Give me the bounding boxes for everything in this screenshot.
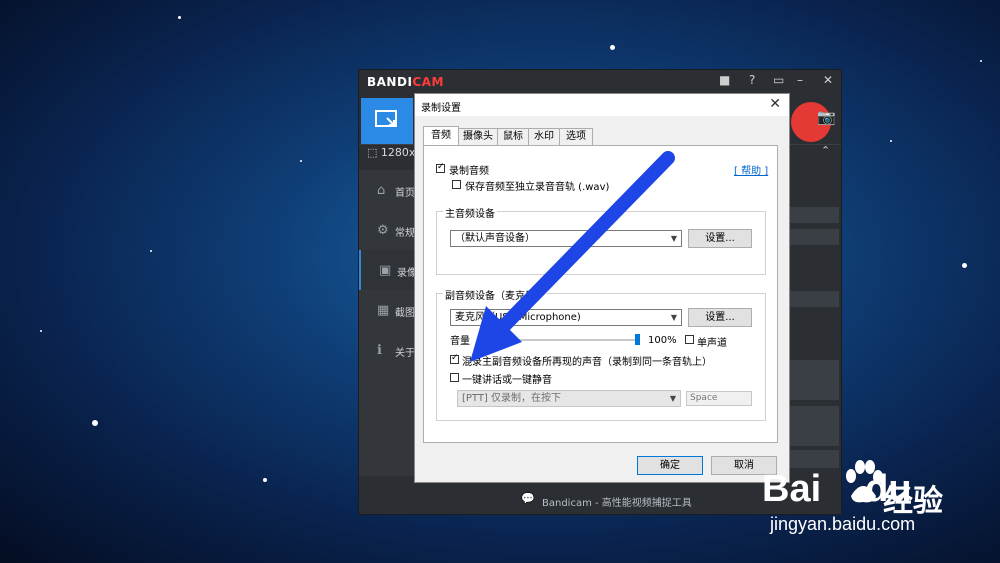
paw-icon [846, 460, 883, 503]
baidu-url: jingyan.baidu.com [770, 514, 916, 534]
